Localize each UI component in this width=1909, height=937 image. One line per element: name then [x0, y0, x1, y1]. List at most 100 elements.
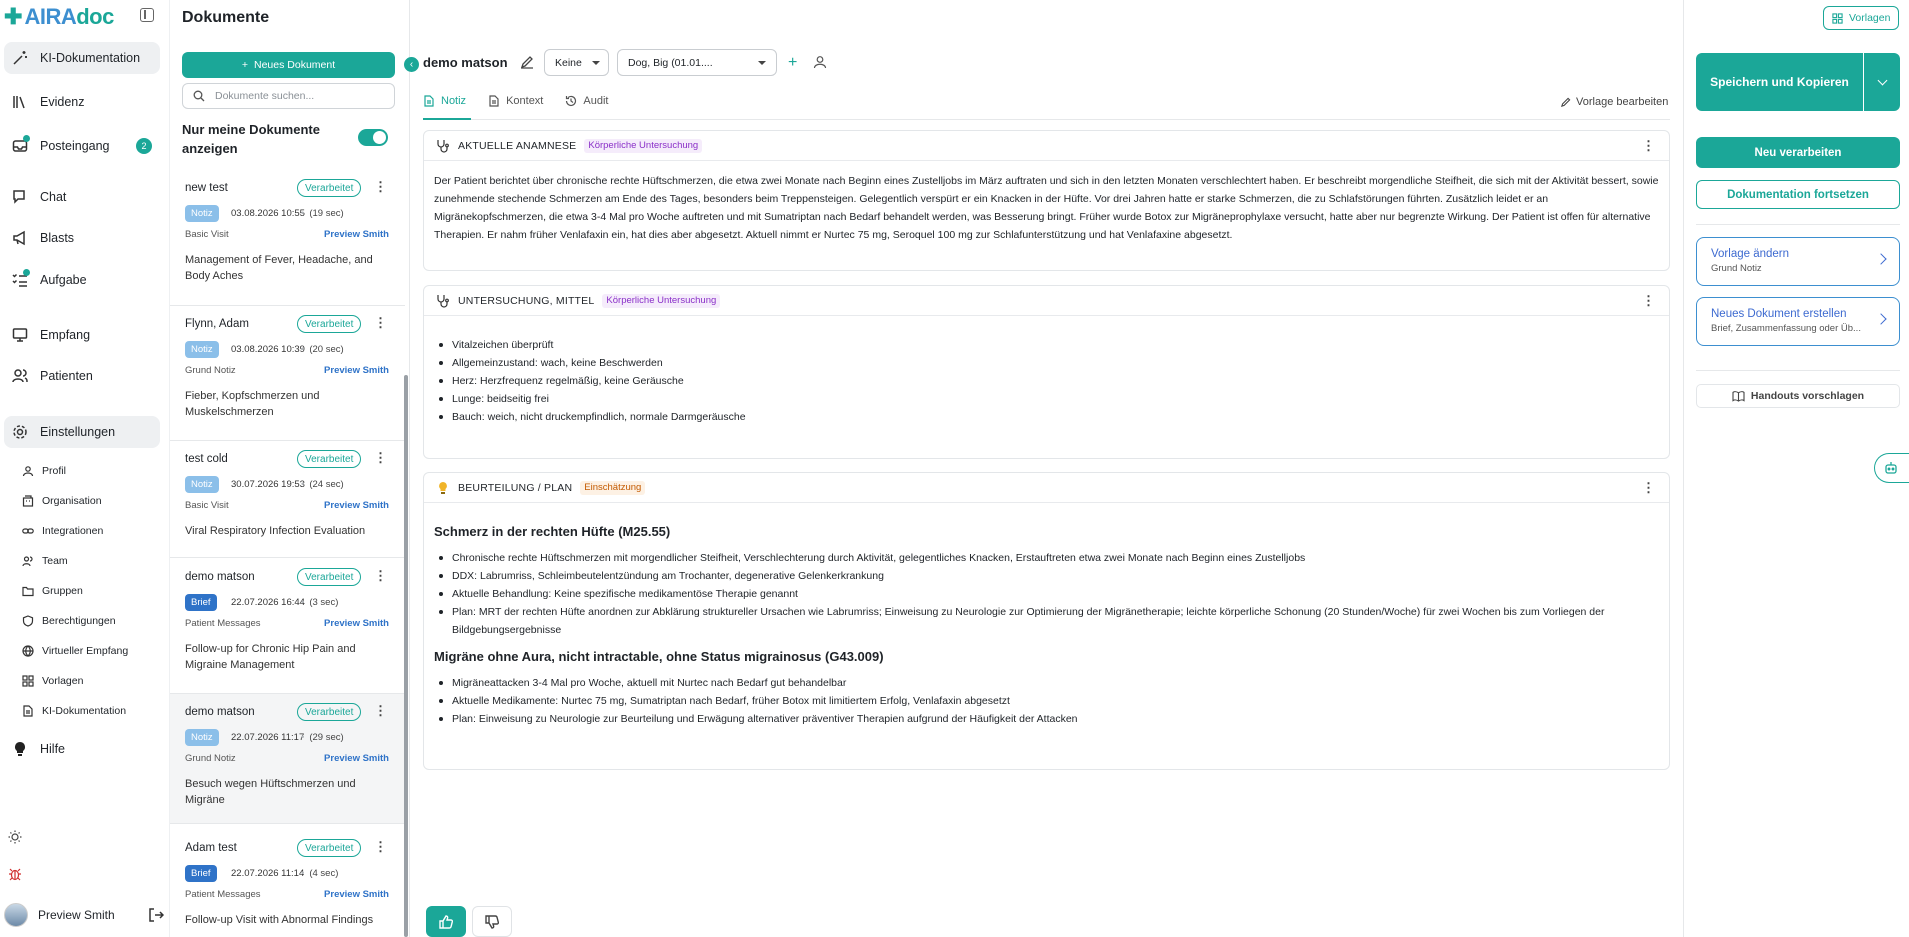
- more-options-icon[interactable]: ⋮: [374, 704, 387, 718]
- nav-item-empfang[interactable]: Empfang: [4, 319, 160, 351]
- user-icon: [22, 466, 34, 477]
- list-item: Plan: Einweisung zu Neurologie zur Beurt…: [434, 710, 1659, 728]
- thumbs-up-button[interactable]: [426, 906, 466, 937]
- change-template-button[interactable]: Vorlage ändern Grund Notiz: [1696, 237, 1900, 286]
- document-author-link[interactable]: Preview Smith: [324, 889, 389, 900]
- nav-item-chat[interactable]: Chat: [4, 181, 160, 213]
- patient-name: demo matson: [423, 55, 508, 70]
- settings-item-gruppen[interactable]: Gruppen: [22, 581, 83, 601]
- list-item: Chronische rechte Hüftschmerzen mit morg…: [434, 549, 1659, 567]
- nav-item-patienten[interactable]: Patienten: [4, 360, 160, 392]
- nav-item-aufgabe[interactable]: Aufgabe: [4, 264, 160, 296]
- nav-item-label: Einstellungen: [40, 425, 116, 439]
- assessment-plan-body[interactable]: Schmerz in der rechten Hüfte (M25.55) Ch…: [434, 524, 1659, 728]
- user-profile[interactable]: Preview Smith: [4, 902, 164, 928]
- select-keine[interactable]: Keine: [544, 49, 609, 76]
- avatar: [4, 903, 28, 927]
- tab-notiz[interactable]: Notiz: [423, 93, 466, 109]
- section-more-icon[interactable]: ⋮: [1642, 294, 1655, 308]
- section-untersuchung: UNTERSUCHUNG, MITTEL Körperliche Untersu…: [423, 285, 1670, 459]
- document-type-tag: Brief: [185, 865, 217, 882]
- exam-findings-list[interactable]: Vitalzeichen überprüft Allgemeinzustand:…: [434, 336, 1654, 426]
- templates-button-label: Vorlagen: [1849, 12, 1891, 24]
- assistant-bot-icon[interactable]: [1874, 453, 1909, 483]
- logo-text-aira: AIRA: [24, 4, 77, 29]
- settings-item-virtueller-empfang[interactable]: Virtueller Empfang: [22, 641, 128, 661]
- bug-icon[interactable]: [8, 867, 22, 881]
- templates-button[interactable]: Vorlagen: [1823, 6, 1900, 30]
- tab-kontext[interactable]: Kontext: [488, 93, 543, 109]
- only-my-documents-toggle[interactable]: [358, 129, 388, 146]
- section-body-text[interactable]: Der Patient berichtet über chronische re…: [434, 172, 1659, 244]
- document-duration: (4 sec): [301, 868, 338, 879]
- settings-item-berechtigungen[interactable]: Berechtigungen: [22, 611, 116, 631]
- continue-documentation-button[interactable]: Dokumentation fortsetzen: [1696, 180, 1900, 209]
- nav-item-hilfe[interactable]: Hilfe: [4, 733, 160, 765]
- document-type-tag: Brief: [185, 594, 217, 611]
- nav-item-posteingang[interactable]: Posteingang 2: [4, 130, 160, 162]
- divider: [1696, 224, 1900, 225]
- document-card[interactable]: Adam test Verarbeitet ⋮ Brief 22.07.2026…: [170, 830, 405, 937]
- document-duration: (3 sec): [301, 597, 338, 608]
- more-options-icon[interactable]: ⋮: [374, 451, 387, 465]
- status-badge: Verarbeitet: [297, 703, 362, 721]
- add-icon[interactable]: +: [788, 54, 797, 72]
- megaphone-icon: [12, 230, 28, 246]
- document-card[interactable]: new test Verarbeitet ⋮ Notiz 03.08.2026 …: [170, 170, 405, 306]
- document-card[interactable]: demo matson Verarbeitet ⋮ Brief 22.07.20…: [170, 559, 405, 694]
- sidebar-collapse-icon[interactable]: [140, 8, 154, 22]
- document-template: Patient Messages: [185, 889, 261, 900]
- thumbs-down-button[interactable]: [472, 906, 512, 937]
- document-name: Adam test: [185, 842, 237, 854]
- document-summary: Follow-up for Chronic Hip Pain and Migra…: [185, 643, 356, 671]
- document-search[interactable]: [182, 83, 395, 109]
- document-card-selected[interactable]: demo matson Verarbeitet ⋮ Notiz 22.07.20…: [170, 694, 405, 824]
- nav-item-einstellungen[interactable]: Einstellungen: [4, 416, 160, 448]
- save-and-copy-button[interactable]: Speichern und Kopieren: [1696, 53, 1863, 111]
- logo[interactable]: ✚ AIRAdoc: [4, 6, 114, 28]
- settings-item-organisation[interactable]: Organisation: [22, 491, 102, 511]
- edit-template-link[interactable]: Vorlage bearbeiten: [1560, 96, 1668, 108]
- document-author-link[interactable]: Preview Smith: [324, 753, 389, 764]
- new-document-button[interactable]: + Neues Dokument: [182, 52, 395, 78]
- settings-item-integrationen[interactable]: Integrationen: [22, 521, 103, 541]
- nav-item-blasts[interactable]: Blasts: [4, 222, 160, 254]
- select-patient[interactable]: Dog, Big (01.01....: [617, 49, 777, 76]
- more-options-icon[interactable]: ⋮: [374, 840, 387, 854]
- document-author-link[interactable]: Preview Smith: [324, 618, 389, 629]
- grid-icon: [1832, 12, 1843, 24]
- search-input[interactable]: [215, 90, 375, 102]
- settings-item-team[interactable]: Team: [22, 551, 68, 571]
- settings-item-vorlagen[interactable]: Vorlagen: [22, 671, 83, 691]
- section-header: UNTERSUCHUNG, MITTEL Körperliche Untersu…: [424, 286, 1669, 316]
- document-author-link[interactable]: Preview Smith: [324, 365, 389, 376]
- sun-icon[interactable]: [8, 830, 22, 844]
- settings-item-ki-dokumentation[interactable]: KI-Dokumentation: [22, 701, 126, 721]
- reprocess-button[interactable]: Neu verarbeiten: [1696, 137, 1900, 168]
- document-list-scrollbar[interactable]: [404, 375, 408, 937]
- document-author-link[interactable]: Preview Smith: [324, 500, 389, 511]
- document-summary: Besuch wegen Hüftschmerzen und Migräne: [185, 778, 356, 806]
- suggest-handouts-button[interactable]: Handouts vorschlagen: [1696, 384, 1900, 408]
- more-options-icon[interactable]: ⋮: [374, 569, 387, 583]
- logout-icon[interactable]: [148, 907, 164, 923]
- collapse-list-icon[interactable]: ‹: [404, 57, 419, 72]
- document-card[interactable]: test cold Verarbeitet ⋮ Notiz 30.07.2026…: [170, 441, 405, 558]
- section-more-icon[interactable]: ⋮: [1642, 481, 1655, 495]
- more-options-icon[interactable]: ⋮: [374, 180, 387, 194]
- nav-item-ki-dokumentation[interactable]: KI-Dokumentation: [4, 42, 160, 74]
- section-more-icon[interactable]: ⋮: [1642, 139, 1655, 153]
- status-badge: Verarbeitet: [297, 568, 362, 586]
- document-card[interactable]: Flynn, Adam Verarbeitet ⋮ Notiz 03.08.20…: [170, 306, 405, 441]
- create-new-document-button[interactable]: Neues Dokument erstellen Brief, Zusammen…: [1696, 297, 1900, 346]
- tab-audit[interactable]: Audit: [565, 93, 608, 109]
- nav-item-evidenz[interactable]: Evidenz: [4, 86, 160, 118]
- person-icon[interactable]: [813, 55, 827, 69]
- save-options-dropdown[interactable]: [1864, 53, 1900, 111]
- grid-icon: [22, 675, 34, 687]
- monitor-icon: [12, 327, 28, 343]
- document-author-link[interactable]: Preview Smith: [324, 229, 389, 240]
- settings-item-profil[interactable]: Profil: [22, 461, 66, 481]
- pencil-icon[interactable]: [520, 55, 534, 69]
- more-options-icon[interactable]: ⋮: [374, 316, 387, 330]
